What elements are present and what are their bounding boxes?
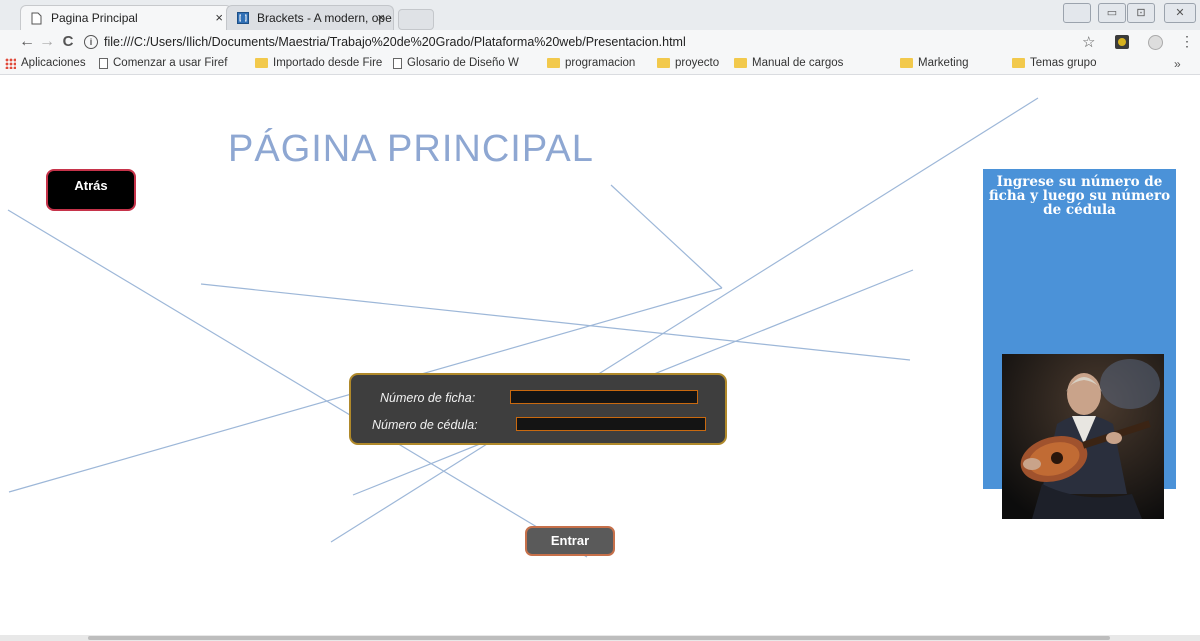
folder-icon	[255, 58, 268, 68]
enter-button-label: Entrar	[550, 533, 590, 548]
instructions-text: Ingrese su número de ficha y luego su nú…	[988, 174, 1171, 218]
apps-icon	[5, 57, 16, 69]
url-field[interactable]: file:///C:/Users/Ilich/Documents/Maestri…	[104, 35, 686, 49]
ficha-label: Número de ficha:	[380, 391, 476, 405]
guitarist-photo	[1002, 354, 1164, 519]
bookmark-item[interactable]: Marketing	[900, 57, 969, 69]
brackets-icon	[237, 12, 249, 25]
new-tab-button[interactable]	[398, 9, 434, 30]
page-icon	[31, 12, 42, 25]
folder-icon	[657, 58, 670, 68]
page-content: PÁGINA PRINCIPAL Atrás Número de ficha: …	[0, 75, 1200, 641]
close-tab-icon[interactable]: ×	[377, 10, 385, 25]
cedula-input[interactable]	[516, 417, 706, 431]
forward-arrow-icon[interactable]: →	[38, 33, 56, 51]
extension-icon[interactable]	[1148, 35, 1163, 50]
folder-icon	[547, 58, 560, 68]
bookmark-item[interactable]: Aplicaciones	[5, 57, 86, 69]
page-title: PÁGINA PRINCIPAL	[228, 128, 594, 170]
address-bar-row: ← → C i file:///C:/Users/Ilich/Documents…	[0, 30, 1200, 54]
page-icon	[393, 57, 402, 69]
horizontal-scrollbar[interactable]	[0, 635, 1200, 641]
tab-title: Pagina Principal	[51, 11, 138, 25]
folder-icon	[1012, 58, 1025, 68]
back-button[interactable]: Atrás	[46, 169, 136, 211]
back-button-label: Atrás	[74, 178, 108, 193]
bookmark-item[interactable]: Temas grupo	[1012, 57, 1096, 69]
close-window-button[interactable]: ✕	[1164, 3, 1196, 23]
profile-icon[interactable]	[1063, 3, 1091, 23]
bookmark-item[interactable]: Comenzar a usar Firef	[99, 57, 227, 69]
maximize-button[interactable]: ⊡	[1127, 3, 1155, 23]
extension-icon[interactable]	[1115, 35, 1129, 49]
tab-brackets[interactable]: Brackets - A modern, ope ×	[226, 5, 394, 30]
more-bookmarks-icon[interactable]: »	[1174, 57, 1181, 71]
folder-icon	[900, 58, 913, 68]
browser-tab-bar: Pagina Principal × Brackets - A modern, …	[0, 0, 1200, 30]
info-icon[interactable]: i	[84, 35, 98, 49]
bookmarks-bar: Aplicaciones Comenzar a usar Firef Impor…	[0, 54, 1200, 75]
ficha-input[interactable]	[510, 390, 698, 404]
minimize-button[interactable]: ▭	[1098, 3, 1126, 23]
bookmark-item[interactable]: Glosario de Diseño W	[393, 57, 519, 69]
enter-button[interactable]: Entrar	[525, 526, 615, 556]
reload-icon[interactable]: C	[59, 33, 77, 50]
bookmark-item[interactable]: Importado desde Fire	[255, 57, 382, 69]
bookmark-star-icon[interactable]: ☆	[1082, 33, 1095, 51]
tab-pagina-principal[interactable]: Pagina Principal ×	[20, 5, 232, 30]
bookmark-item[interactable]: proyecto	[657, 57, 719, 69]
page-icon	[99, 57, 108, 69]
close-tab-icon[interactable]: ×	[215, 10, 223, 25]
folder-icon	[734, 58, 747, 68]
menu-icon[interactable]: ⋮	[1180, 33, 1194, 50]
login-form-panel: Número de ficha: Número de cédula:	[349, 373, 727, 445]
back-arrow-icon[interactable]: ←	[18, 33, 36, 51]
bookmark-item[interactable]: Manual de cargos	[734, 57, 843, 69]
bookmark-item[interactable]: programacion	[547, 57, 635, 69]
tab-title: Brackets - A modern, ope	[257, 11, 392, 25]
scrollbar-thumb[interactable]	[88, 636, 1110, 640]
cedula-label: Número de cédula:	[372, 418, 478, 432]
